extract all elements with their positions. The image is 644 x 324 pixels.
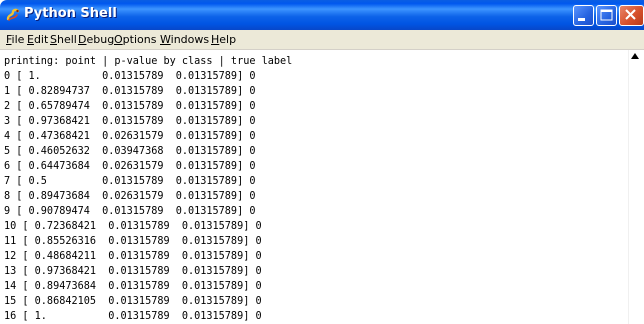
menu-help[interactable]: Help — [211, 33, 236, 46]
shell-line: 10 [ 0.72368421 0.01315789 0.01315789] 0 — [4, 221, 262, 232]
shell-line: 1 [ 0.82894737 0.01315789 0.01315789] 0 — [4, 86, 256, 97]
window-title: Python Shell — [24, 6, 117, 21]
menu-bar: File Edit Shell Debug Options Windows He… — [0, 30, 644, 50]
minimize-icon — [578, 18, 585, 21]
menu-shell[interactable]: Shell — [50, 33, 77, 46]
shell-line: 6 [ 0.64473684 0.02631579 0.01315789] 0 — [4, 161, 256, 172]
shell-line: 5 [ 0.46052632 0.03947368 0.01315789] 0 — [4, 146, 256, 157]
shell-line: 2 [ 0.65789474 0.01315789 0.01315789] 0 — [4, 101, 256, 112]
maximize-button[interactable] — [596, 5, 617, 26]
python-snake-icon — [6, 8, 20, 21]
close-icon — [625, 9, 636, 20]
vertical-scrollbar[interactable] — [628, 50, 644, 324]
shell-line: 15 [ 0.86842105 0.01315789 0.01315789] 0 — [4, 296, 262, 307]
minimize-button[interactable] — [573, 5, 594, 26]
menu-options[interactable]: Options — [114, 33, 156, 46]
shell-line: 16 [ 1. 0.01315789 0.01315789] 0 — [4, 311, 262, 322]
title-bar[interactable]: Python Shell — [0, 0, 644, 30]
shell-line: 14 [ 0.89473684 0.01315789 0.01315789] 0 — [4, 281, 262, 292]
shell-line: 0 [ 1. 0.01315789 0.01315789] 0 — [4, 71, 256, 82]
menu-edit[interactable]: Edit — [27, 33, 48, 46]
menu-debug[interactable]: Debug — [78, 33, 114, 46]
menu-windows[interactable]: Windows — [160, 33, 209, 46]
shell-line: 12 [ 0.48684211 0.01315789 0.01315789] 0 — [4, 251, 262, 262]
shell-line: 8 [ 0.89473684 0.02631579 0.01315789] 0 — [4, 191, 256, 202]
shell-line: 3 [ 0.97368421 0.01315789 0.01315789] 0 — [4, 116, 256, 127]
shell-line: 4 [ 0.47368421 0.02631579 0.01315789] 0 — [4, 131, 256, 142]
scroll-up-arrow-icon[interactable] — [631, 53, 639, 59]
menu-file[interactable]: File — [6, 33, 24, 46]
shell-line: 11 [ 0.85526316 0.01315789 0.01315789] 0 — [4, 236, 262, 247]
close-button[interactable] — [619, 5, 644, 26]
shell-line: printing: point | p-value by class | tru… — [4, 56, 293, 67]
shell-output[interactable]: printing: point | p-value by class | tru… — [0, 50, 628, 324]
shell-line: 7 [ 0.5 0.01315789 0.01315789] 0 — [4, 176, 256, 187]
maximize-icon — [600, 9, 613, 21]
shell-line: 9 [ 0.90789474 0.01315789 0.01315789] 0 — [4, 206, 256, 217]
shell-line: 13 [ 0.97368421 0.01315789 0.01315789] 0 — [4, 266, 262, 277]
